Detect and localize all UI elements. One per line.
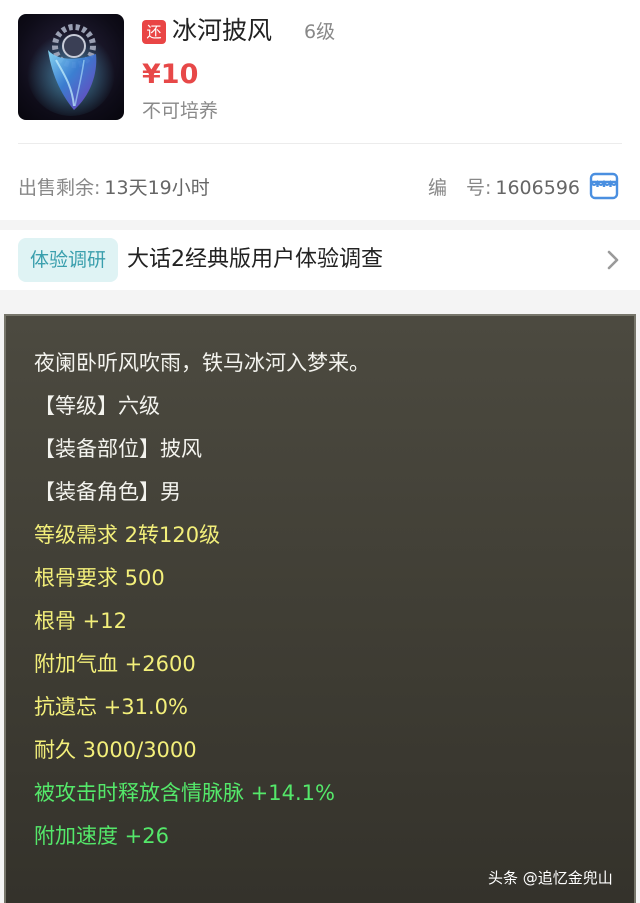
listing-header: 还 冰河披风 6级 ¥10 不可培养 出售剩余: 13天19小时 编 号: 1606…	[0, 0, 640, 220]
desc-hp-bonus: 附加气血 +2600	[34, 652, 196, 676]
desc-speed-bonus: 附加速度 +26	[34, 824, 169, 848]
desc-role: 【装备角色】男	[34, 480, 181, 504]
desc-anti-forget: 抗遗忘 +31.0%	[34, 695, 188, 719]
desc-poem: 夜阑卧听风吹雨，铁马冰河入梦来。	[34, 351, 370, 375]
desc-level-req: 等级需求 2转120级	[34, 523, 221, 547]
item-price: ¥10	[142, 59, 199, 90]
storefront-icon[interactable]	[588, 170, 620, 202]
item-description-panel: 夜阑卧听风吹雨，铁马冰河入梦来。 【等级】六级 【装备部位】披风 【装备角色】男…	[4, 314, 636, 903]
serial-number: 编 号: 1606596	[428, 175, 580, 201]
desc-bone-bonus: 根骨 +12	[34, 609, 127, 633]
return-badge: 还	[142, 20, 166, 44]
desc-on-hit-effect: 被攻击时释放含情脉脉 +14.1%	[34, 781, 335, 805]
serial-value: 1606596	[495, 177, 580, 199]
sale-remaining-value: 13天19小时	[104, 177, 210, 199]
divider	[18, 143, 622, 144]
item-level: 6级	[304, 21, 336, 43]
survey-tag: 体验调研	[18, 238, 118, 282]
desc-level: 【等级】六级	[34, 394, 160, 418]
sale-remaining: 出售剩余: 13天19小时	[18, 175, 210, 201]
desc-bone-req: 根骨要求 500	[34, 566, 165, 590]
cape-icon	[27, 24, 115, 116]
item-name: 冰河披风	[172, 16, 273, 45]
desc-durability: 耐久 3000/3000	[34, 738, 197, 762]
chevron-right-icon[interactable]	[602, 248, 624, 272]
survey-text[interactable]: 大话2经典版用户体验调查	[127, 244, 383, 276]
watermark: 头条 @追忆金兜山	[488, 869, 613, 887]
serial-label: 编 号:	[427, 177, 492, 199]
train-status: 不可培养	[142, 100, 219, 122]
survey-banner[interactable]: 体验调研 大话2经典版用户体验调查	[0, 230, 640, 290]
desc-slot: 【装备部位】披风	[34, 437, 202, 461]
item-image[interactable]	[18, 14, 124, 120]
sale-remaining-label: 出售剩余:	[18, 177, 101, 199]
